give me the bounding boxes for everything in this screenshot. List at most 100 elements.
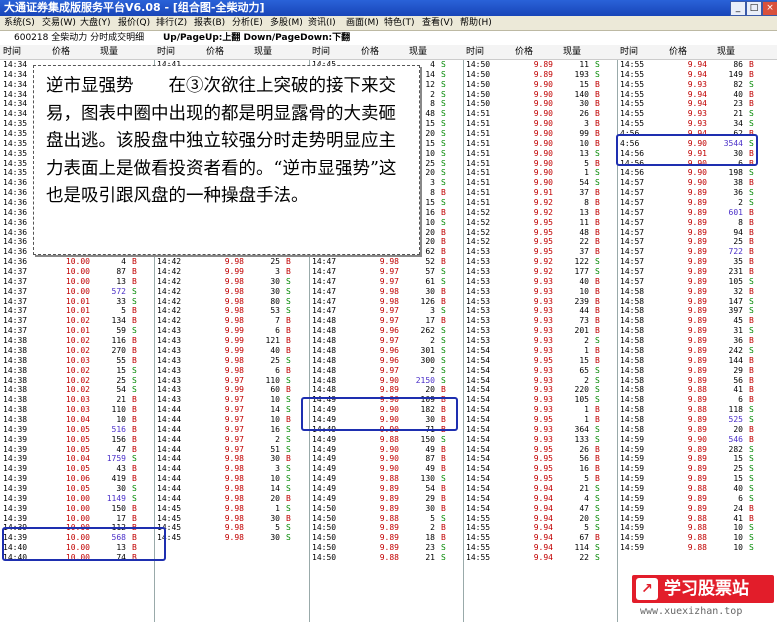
time-cell: 14:50 bbox=[466, 60, 491, 69]
volume-cell: 30 bbox=[270, 533, 280, 543]
price-cell: 9.97 bbox=[379, 365, 399, 375]
volume-cell: 1759 bbox=[106, 454, 126, 464]
volume-cell: 20 bbox=[425, 227, 435, 237]
price-cell: 9.97 bbox=[379, 276, 399, 286]
table-row: 14:54 9.95 1 B bbox=[463, 415, 617, 425]
time-cell: 14:59 bbox=[620, 474, 645, 484]
volume-cell: 8 bbox=[430, 99, 435, 109]
time-cell: 14:48 bbox=[312, 355, 337, 365]
table-row: 14:57 9.89 231 B bbox=[617, 267, 777, 277]
table-row: 14:55 9.94 20 S bbox=[463, 514, 617, 524]
direction-cell: S bbox=[441, 148, 446, 158]
table-row: 14:51 9.90 3 B bbox=[463, 119, 617, 129]
price-cell: 9.90 bbox=[533, 148, 553, 158]
volume-cell: 5 bbox=[430, 513, 435, 523]
direction-cell: B bbox=[595, 99, 600, 109]
direction-cell: B bbox=[595, 296, 600, 306]
menu-trade[interactable]: 交易(W) bbox=[42, 16, 76, 30]
direction-cell: S bbox=[441, 345, 446, 355]
volume-cell: 26 bbox=[579, 109, 589, 119]
volume-cell: 8 bbox=[430, 188, 435, 198]
price-cell: 10.01 bbox=[65, 306, 90, 316]
table-row: 14:47 9.98 30 B bbox=[309, 287, 463, 297]
direction-cell: S bbox=[595, 552, 600, 562]
time-cell: 14:59 bbox=[620, 523, 645, 533]
time-cell: 14:45 bbox=[157, 513, 182, 523]
price-cell: 9.92 bbox=[533, 257, 553, 267]
menu-multi[interactable]: 多股(M) bbox=[270, 16, 303, 30]
direction-cell: B bbox=[595, 158, 600, 168]
menu-quote[interactable]: 报价(Q) bbox=[118, 16, 150, 30]
price-cell: 9.94 bbox=[687, 69, 707, 79]
volume-cell: 18 bbox=[425, 533, 435, 543]
menu-screen[interactable]: 画面(M) bbox=[346, 16, 379, 30]
column-header-price: 价格 bbox=[669, 47, 688, 57]
highlight-box bbox=[301, 397, 458, 431]
direction-cell: B bbox=[286, 513, 291, 523]
close-button[interactable]: × bbox=[762, 1, 777, 16]
table-row: 14:59 9.89 25 S bbox=[617, 464, 777, 474]
table-row: 14:55 9.94 86 B bbox=[617, 60, 777, 70]
price-cell: 9.89 bbox=[687, 188, 707, 198]
menu-info[interactable]: 资讯(I) bbox=[308, 16, 336, 30]
time-cell: 14:50 bbox=[312, 533, 337, 543]
menu-view[interactable]: 查看(V) bbox=[422, 16, 453, 30]
volume-cell: 10 bbox=[733, 533, 743, 543]
time-cell: 14:54 bbox=[466, 444, 491, 454]
volume-cell: 30 bbox=[270, 454, 280, 464]
menu-market[interactable]: 大盘(Y) bbox=[80, 16, 111, 30]
price-cell: 9.98 bbox=[224, 454, 244, 464]
price-cell: 9.98 bbox=[224, 286, 244, 296]
time-cell: 14:53 bbox=[466, 326, 491, 336]
table-row: 14:38 10.02 25 S bbox=[0, 376, 154, 386]
table-row: 14:54 9.94 21 S bbox=[463, 484, 617, 494]
menu-ranking[interactable]: 排行(Z) bbox=[156, 16, 187, 30]
direction-cell: S bbox=[441, 89, 446, 99]
column-header-time: 时间 bbox=[312, 47, 331, 57]
table-row: 14:50 9.89 11 S bbox=[463, 60, 617, 70]
table-row: 14:53 9.93 73 B bbox=[463, 316, 617, 326]
volume-cell: 10 bbox=[579, 286, 589, 296]
volume-cell: 44 bbox=[579, 306, 589, 316]
menu-help[interactable]: 帮助(H) bbox=[460, 16, 492, 30]
time-cell: 14:44 bbox=[157, 414, 182, 424]
table-row: 14:50 9.89 2 B bbox=[309, 523, 463, 533]
price-cell: 9.94 bbox=[533, 552, 553, 562]
time-cell: 14:44 bbox=[157, 444, 182, 454]
time-cell: 14:49 bbox=[312, 493, 337, 503]
menu-system[interactable]: 系统(S) bbox=[4, 16, 35, 30]
volume-cell: 45 bbox=[733, 316, 743, 326]
minimize-button[interactable]: _ bbox=[730, 1, 746, 16]
time-cell: 14:53 bbox=[466, 276, 491, 286]
price-cell: 9.98 bbox=[224, 503, 244, 513]
direction-cell: S bbox=[595, 395, 600, 405]
direction-cell: S bbox=[595, 424, 600, 434]
volume-cell: 3 bbox=[430, 306, 435, 316]
direction-cell: S bbox=[595, 168, 600, 178]
volume-cell: 10 bbox=[579, 138, 589, 148]
time-cell: 14:58 bbox=[620, 296, 645, 306]
direction-cell: S bbox=[132, 454, 137, 464]
price-cell: 9.96 bbox=[379, 355, 399, 365]
volume-cell: 15 bbox=[425, 198, 435, 208]
menu-report[interactable]: 报表(B) bbox=[194, 16, 225, 30]
time-cell: 14:54 bbox=[466, 375, 491, 385]
volume-cell: 3 bbox=[275, 267, 280, 277]
menu-analysis[interactable]: 分析(E) bbox=[232, 16, 263, 30]
time-cell: 14:47 bbox=[312, 296, 337, 306]
volume-cell: 144 bbox=[728, 355, 743, 365]
price-cell: 9.97 bbox=[224, 444, 244, 454]
volume-cell: 10 bbox=[270, 395, 280, 405]
price-cell: 9.95 bbox=[533, 474, 553, 484]
volume-cell: 5 bbox=[275, 523, 280, 533]
direction-cell: B bbox=[132, 464, 137, 474]
table-row: 14:54 9.93 133 S bbox=[463, 435, 617, 445]
maximize-button[interactable]: □ bbox=[746, 1, 762, 16]
volume-cell: 67 bbox=[579, 533, 589, 543]
time-cell: 14:59 bbox=[620, 483, 645, 493]
time-cell: 14:38 bbox=[3, 365, 28, 375]
menu-feature[interactable]: 特色(T) bbox=[384, 16, 415, 30]
volume-cell: 130 bbox=[420, 474, 435, 484]
price-cell: 9.99 bbox=[224, 385, 244, 395]
time-cell: 14:43 bbox=[157, 365, 182, 375]
